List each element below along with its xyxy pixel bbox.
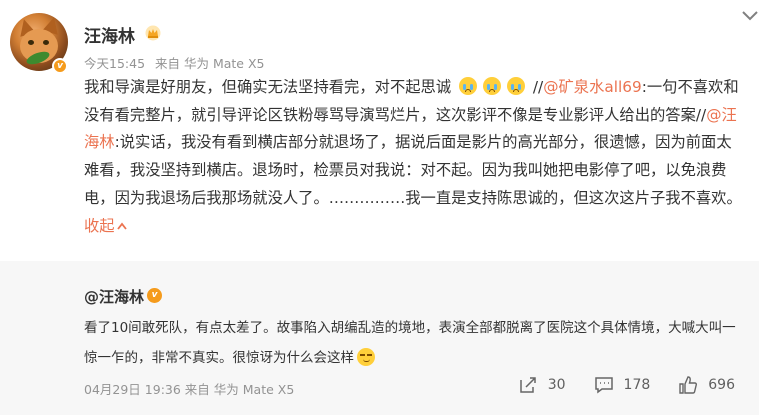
repost-icon bbox=[519, 377, 536, 393]
chevron-down-icon[interactable] bbox=[741, 8, 759, 24]
comment-icon bbox=[594, 377, 613, 394]
action-bar: 30 178 696 bbox=[490, 375, 735, 395]
comment-button[interactable]: 178 bbox=[594, 375, 651, 395]
post-meta: 今天15:45 来自 华为 Mate X5 bbox=[84, 53, 271, 72]
post-time[interactable]: 今天15:45 bbox=[84, 56, 145, 71]
separator: // bbox=[528, 78, 544, 96]
mention-link[interactable]: @矿泉水all69 bbox=[543, 78, 642, 96]
like-count: 696 bbox=[708, 377, 735, 393]
author-name[interactable]: 汪海林 bbox=[84, 22, 135, 47]
like-button[interactable]: 696 bbox=[678, 375, 735, 395]
repost-author[interactable]: @汪海林 bbox=[84, 286, 144, 307]
post-content: 我和导演是好朋友，但确实无法坚持看完，对不起思诚 //@矿泉水all69:一句不… bbox=[84, 74, 746, 240]
repost-meta: 04月29日 19:36 来自 华为 Mate X5 bbox=[84, 379, 294, 398]
verified-badge-icon: v bbox=[147, 288, 162, 303]
crying-emoji-icon bbox=[507, 77, 526, 95]
like-icon bbox=[679, 376, 698, 394]
smirk-emoji-icon bbox=[357, 348, 375, 366]
repost-count: 30 bbox=[547, 377, 566, 393]
collapse-label: 收起 bbox=[84, 216, 115, 235]
comment-count: 178 bbox=[623, 377, 651, 393]
repost-button[interactable]: 30 bbox=[518, 375, 566, 395]
crown-icon bbox=[145, 25, 161, 41]
post-text-3: :说实话，我没有看到横店部分就退场了，据说后面是影片的高光部分，很遗憾，因为前面… bbox=[84, 133, 742, 207]
crying-emoji-icon bbox=[483, 77, 502, 95]
repost-time[interactable]: 04月29日 19:36 bbox=[84, 382, 181, 397]
verified-badge-icon: v bbox=[52, 58, 68, 74]
repost-text: 看了10间敢死队，有点太差了。故事陷入胡编乱造的境地，表演全部都脱离了医院这个具… bbox=[84, 313, 744, 373]
post-text-1: 我和导演是好朋友，但确实无法坚持看完，对不起思诚 bbox=[84, 78, 452, 96]
crying-emoji-icon bbox=[459, 77, 478, 95]
post-source: 来自 华为 Mate X5 bbox=[155, 56, 265, 71]
repost-body: 看了10间敢死队，有点太差了。故事陷入胡编乱造的境地，表演全部都脱离了医院这个具… bbox=[84, 320, 736, 366]
repost-source: 来自 华为 Mate X5 bbox=[184, 382, 295, 397]
chevron-up-icon bbox=[116, 222, 127, 230]
collapse-link[interactable]: 收起 bbox=[84, 217, 127, 235]
repost-card[interactable]: @汪海林 v 看了10间敢死队，有点太差了。故事陷入胡编乱造的境地，表演全部都脱… bbox=[0, 261, 759, 415]
